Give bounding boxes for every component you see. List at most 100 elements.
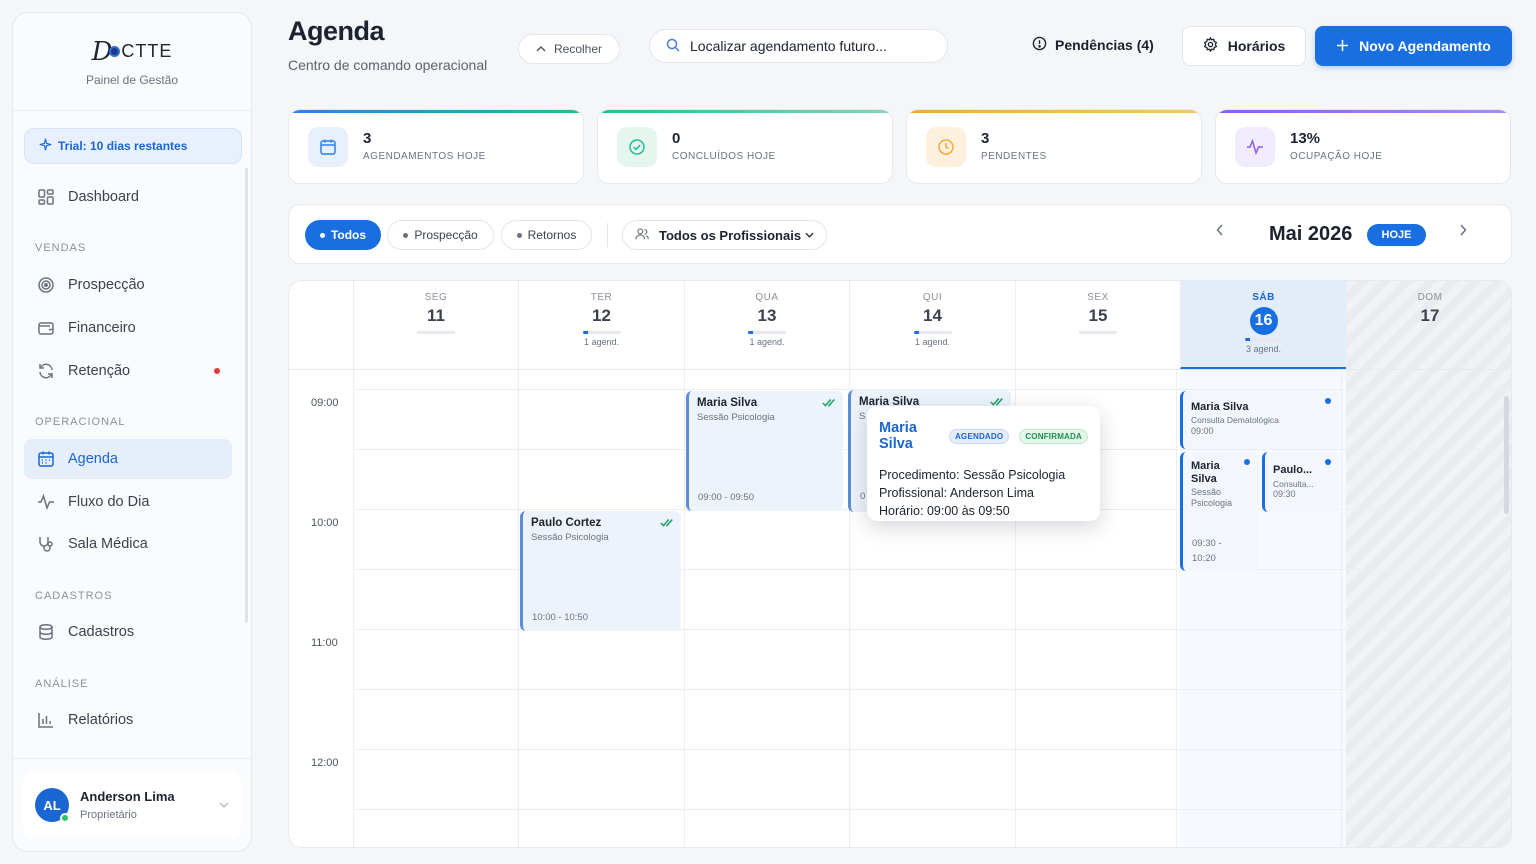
stat-card-pending: 3 PENDENTES: [906, 109, 1202, 184]
day-header-thu[interactable]: QUI 14 1 agend.: [849, 281, 1015, 369]
stat-label: OCUPAÇÃO HOJE: [1290, 151, 1383, 162]
day-name: QUA: [755, 292, 779, 303]
bullet-icon: [516, 232, 522, 238]
sidebar-item-prospeccao[interactable]: Prospecção: [24, 265, 232, 305]
status-dot: [1325, 398, 1331, 404]
status-dot: [1244, 459, 1250, 465]
user-card[interactable]: AL Anderson Lima Proprietário: [23, 771, 241, 839]
page-title: Agenda: [288, 16, 385, 46]
hours-button[interactable]: Horários: [1182, 26, 1306, 66]
sidebar-item-label: Cadastros: [68, 624, 135, 640]
day-header-tue[interactable]: TER 12 1 agend.: [518, 281, 684, 369]
appointment-card[interactable]: Maria Silva Sessão Psicologia 09:00 - 09…: [686, 391, 843, 511]
grid-line: [684, 369, 685, 847]
professional-select[interactable]: Todos os Profissionais: [622, 220, 827, 250]
month-label: Mai 2026: [1269, 223, 1353, 245]
new-appointment-label: Novo Agendamento: [1359, 38, 1491, 54]
calendar-scrollbar[interactable]: [1504, 396, 1509, 514]
stat-accent-bar: [289, 110, 583, 113]
users-icon: [635, 227, 649, 244]
appointment-time: 0: [860, 491, 866, 502]
day-header-mon[interactable]: SEG 11: [353, 281, 518, 369]
today-button[interactable]: HOJE: [1367, 224, 1426, 246]
grid-line: [353, 689, 1511, 690]
appointment-time: 10:00 - 10:50: [532, 612, 588, 623]
chevron-left-icon[interactable]: [1216, 223, 1224, 241]
field-value: 09:00 às 09:50: [926, 504, 1010, 518]
appointment-procedure: Sessão Psicologia: [1191, 487, 1233, 509]
day-header-sat-today[interactable]: SÁB 16 3 agend.: [1180, 281, 1346, 369]
day-load-fill: [1244, 338, 1250, 341]
sidebar-item-retencao[interactable]: Retenção: [24, 351, 232, 391]
chevron-down-icon[interactable]: [219, 800, 229, 811]
bullet-icon: [403, 232, 409, 238]
search-input[interactable]: Localizar agendamento futuro...: [649, 29, 948, 63]
sidebar-scrollbar[interactable]: [245, 168, 248, 623]
double-check-icon: [822, 396, 836, 411]
appointment-procedure: Consulta Dematológica: [1191, 414, 1279, 425]
online-status-dot: [60, 813, 70, 823]
day-count: 1 agend.: [583, 337, 620, 347]
grid-line: [518, 369, 519, 847]
grid-line: [1341, 369, 1342, 847]
appointment-card[interactable]: Maria Silva Sessão Psicologia 09:30 - 10…: [1180, 452, 1258, 571]
grid-icon: [36, 187, 56, 207]
popover-procedure: Procedimento: Sessão Psicologia: [879, 468, 1088, 482]
divider: [607, 223, 608, 247]
new-appointment-button[interactable]: Novo Agendamento: [1315, 26, 1512, 66]
user-info: Anderson Lima Proprietário: [80, 789, 175, 821]
sidebar-item-fluxo[interactable]: Fluxo do Dia: [24, 482, 232, 522]
notification-dot: [214, 368, 220, 374]
stat-accent-bar: [1216, 110, 1510, 113]
appointment-procedure: Sessão Psicologia: [531, 532, 609, 544]
day-load-bar: [1079, 331, 1117, 334]
stethoscope-icon: [36, 534, 56, 554]
appointment-time: 09:00 - 09:50: [698, 492, 754, 503]
chevron-up-icon: [536, 44, 546, 55]
sidebar-item-cadastros[interactable]: Cadastros: [24, 612, 232, 652]
sidebar-item-agenda[interactable]: Agenda: [24, 439, 232, 479]
day-number: 15: [1088, 306, 1108, 325]
sidebar-item-label: Fluxo do Dia: [68, 494, 150, 510]
sidebar-item-relatorios[interactable]: Relatórios: [24, 700, 232, 740]
appointment-time: 09:30: [1273, 488, 1296, 499]
appointment-card[interactable]: Paulo Cortez Sessão Psicologia 10:00 - 1…: [520, 511, 681, 631]
section-analise: ANÁLISE: [35, 678, 89, 690]
day-load-bar: [913, 331, 952, 334]
day-count: 1 agend.: [914, 337, 951, 347]
day-header-sun[interactable]: DOM 17: [1346, 281, 1511, 369]
collapse-button[interactable]: Recolher: [518, 34, 620, 64]
appointment-card[interactable]: Paulo... Consulta... 09:30: [1262, 452, 1339, 512]
day-load-bar: [582, 331, 621, 334]
stat-accent-bar: [907, 110, 1201, 113]
day-name: SEG: [424, 292, 448, 303]
chip-label: Prospecção: [414, 228, 478, 242]
sidebar-item-financeiro[interactable]: Financeiro: [24, 308, 232, 348]
trial-banner[interactable]: Trial: 10 dias restantes: [24, 128, 242, 164]
popover-details: Procedimento: Sessão Psicologia Profissi…: [879, 468, 1088, 518]
chevron-right-icon[interactable]: [1459, 223, 1467, 241]
stat-value: 0: [672, 130, 681, 147]
grid-line: [353, 749, 1511, 750]
popover-patient-name: Maria Silva: [879, 420, 917, 452]
sidebar-item-label: Prospecção: [68, 277, 145, 293]
sidebar: D CTTE Painel de Gestão Trial: 10 dias re…: [12, 12, 252, 852]
logo[interactable]: D CTTE: [92, 37, 173, 67]
day-header-wed[interactable]: QUA 13 1 agend.: [684, 281, 849, 369]
popover-professional: Profissional: Anderson Lima: [879, 486, 1088, 500]
appointment-procedure: Consulta...: [1273, 478, 1314, 489]
filter-returns-chip[interactable]: Retornos: [501, 220, 592, 250]
time-label: 12:00: [311, 757, 339, 769]
filter-all-chip[interactable]: Todos: [305, 220, 381, 250]
popover-time: Horário: 09:00 às 09:50: [879, 504, 1088, 518]
appointment-card[interactable]: Maria Silva Consulta Dematológica 09:00: [1180, 391, 1339, 449]
sidebar-item-sala[interactable]: Sala Médica: [24, 524, 232, 564]
appointment-patient: Maria Silva: [1191, 401, 1249, 413]
day-header-fri[interactable]: SEX 15: [1015, 281, 1180, 369]
filter-prospect-chip[interactable]: Prospecção: [387, 220, 494, 250]
field-value: Sessão Psicologia: [963, 468, 1066, 482]
calendar-icon: [36, 449, 56, 469]
pending-button[interactable]: Pendências (4): [1032, 36, 1154, 54]
day-name: SÁB: [1252, 292, 1275, 303]
sidebar-item-dashboard[interactable]: Dashboard: [24, 177, 232, 217]
